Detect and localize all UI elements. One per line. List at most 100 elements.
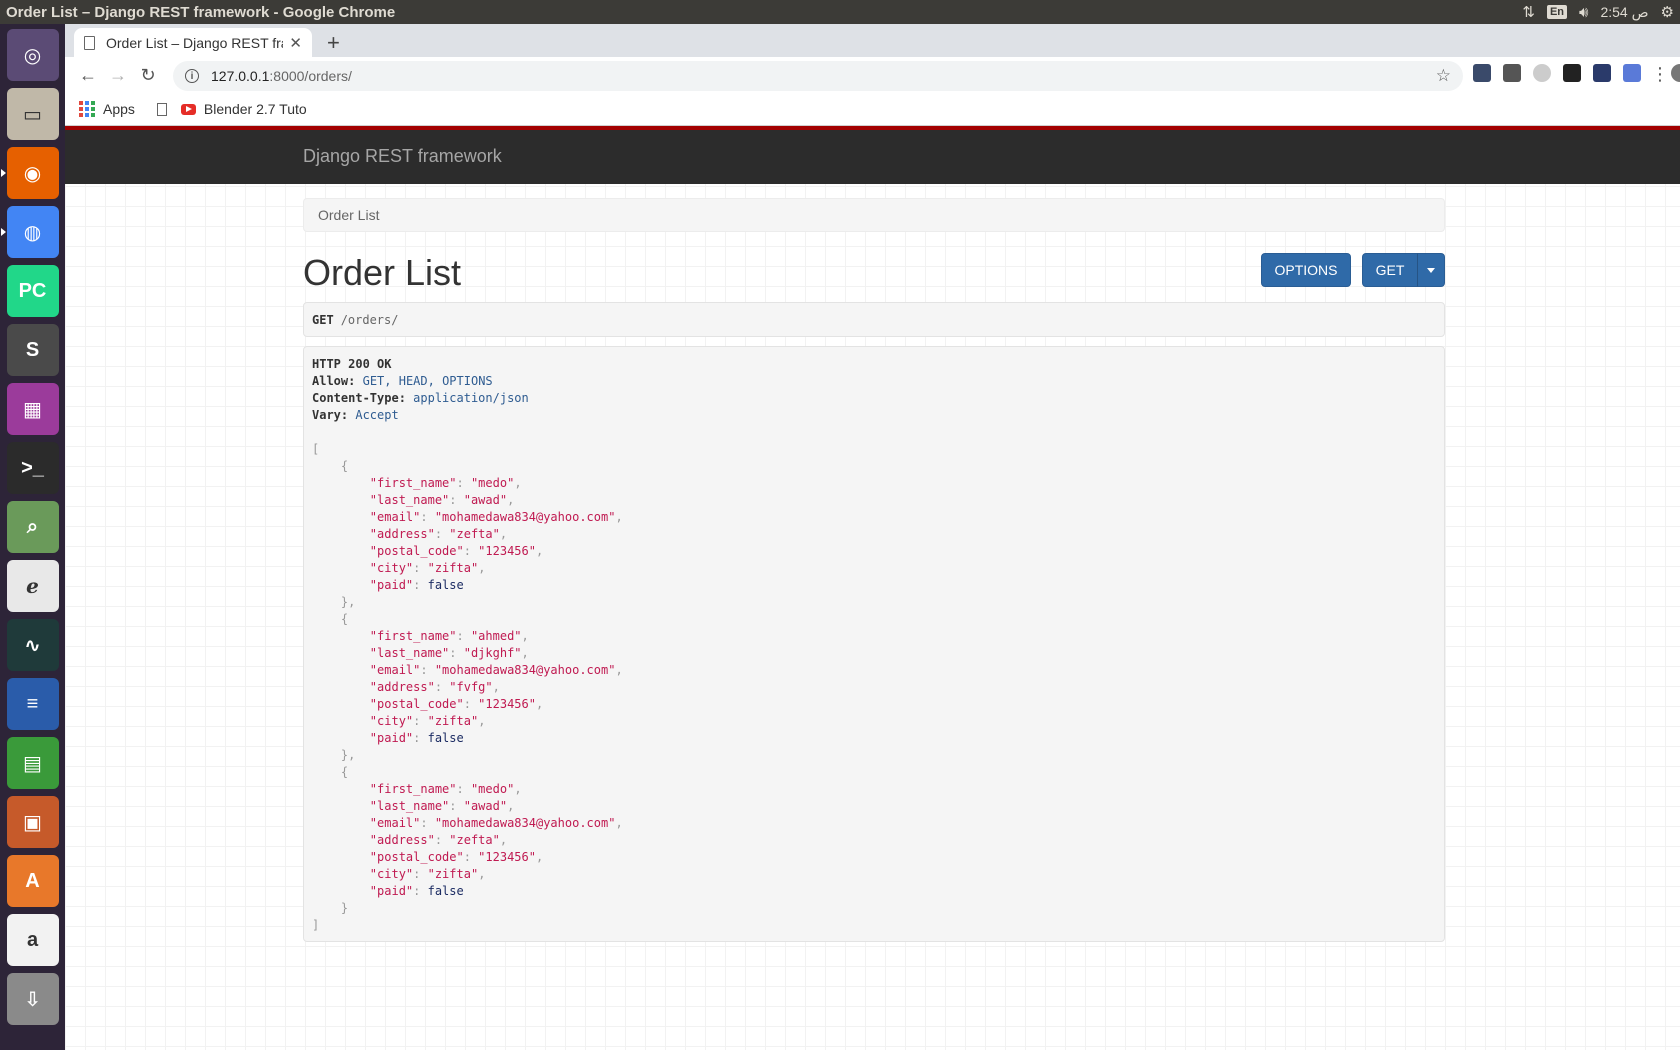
drf-brand-link[interactable]: Django REST framework xyxy=(303,146,502,167)
json-key: "address" xyxy=(369,680,435,694)
app-window-icon[interactable]: ▦ xyxy=(6,383,59,435)
json-comma: , xyxy=(535,544,544,558)
amazon-icon[interactable]: a xyxy=(6,914,59,966)
json-key: "paid" xyxy=(369,884,414,898)
writer-icon[interactable]: ≡ xyxy=(6,678,59,730)
bookmark-blender[interactable]: Blender 2.7 Tuto xyxy=(204,101,307,117)
tab-order-list[interactable]: Order List – Django REST framework ✕ xyxy=(74,28,312,57)
os-top-panel: Order List – Django REST framework - Goo… xyxy=(0,0,1680,24)
extensions-area xyxy=(1473,64,1680,82)
impress-icon[interactable]: ▣ xyxy=(6,796,59,848)
json-key: "last_name" xyxy=(369,799,450,813)
reload-icon[interactable]: ↻ xyxy=(133,65,163,86)
new-tab-plus-icon[interactable]: + xyxy=(327,30,340,56)
json-colon: : xyxy=(449,493,464,507)
json-comma: , xyxy=(615,663,623,677)
info-icon[interactable]: i xyxy=(185,69,199,83)
extension-icon[interactable] xyxy=(1473,64,1491,82)
response-header-key: Content-Type: xyxy=(312,391,406,405)
terminal-icon[interactable]: >_ xyxy=(6,442,59,494)
json-boolean: false xyxy=(427,884,464,898)
address-bar[interactable]: i 127.0.0.1:8000/orders/ ☆ xyxy=(173,61,1463,91)
request-info: GET /orders/ xyxy=(303,302,1445,337)
camera-extension-icon[interactable] xyxy=(1563,64,1581,82)
json-key: "address" xyxy=(369,833,435,847)
json-comma: , xyxy=(535,850,544,864)
json-colon: : xyxy=(413,714,428,728)
json-colon: : xyxy=(420,510,435,524)
page-icon xyxy=(84,35,95,50)
keyboard-layout-indicator[interactable]: En xyxy=(1546,5,1568,19)
response-header-value: Accept xyxy=(355,408,399,422)
settings-gear-icon[interactable]: ⚙ xyxy=(1661,3,1674,21)
json-comma: , xyxy=(514,476,522,490)
screenshot-extension-icon[interactable] xyxy=(1593,64,1611,82)
code-extension-icon[interactable] xyxy=(1623,64,1641,82)
forward-arrow-icon[interactable]: → xyxy=(103,65,133,86)
json-colon: : xyxy=(420,663,435,677)
bookmark-apps[interactable]: Apps xyxy=(103,101,135,117)
json-comma: , xyxy=(499,527,508,541)
software-center-icon[interactable]: A xyxy=(6,855,59,907)
json-key: "email" xyxy=(369,663,421,677)
json-comma: , xyxy=(507,799,515,813)
response-header-key: Allow: xyxy=(312,374,356,388)
json-brace: { xyxy=(340,459,349,473)
json-colon: : xyxy=(456,476,471,490)
get-button[interactable]: GET xyxy=(1362,253,1418,287)
pycharm-icon[interactable]: PC xyxy=(6,265,59,317)
json-key: "first_name" xyxy=(369,782,457,796)
document-viewer-icon[interactable]: ℯ xyxy=(6,560,59,612)
json-boolean: false xyxy=(427,578,464,592)
options-button[interactable]: OPTIONS xyxy=(1261,253,1351,287)
system-monitor-icon[interactable]: ∿ xyxy=(6,619,59,671)
json-comma: , xyxy=(492,680,500,694)
image-viewer-icon[interactable]: ⌕ xyxy=(6,501,59,553)
calc-icon[interactable]: ▤ xyxy=(6,737,59,789)
response-header-key: Vary: xyxy=(312,408,349,422)
json-string: "mohamedawa834@yahoo.com" xyxy=(434,816,616,830)
json-colon: : xyxy=(413,731,428,745)
os-indicators: ⇅ En 🔊︎ 2:54 ص ⚙ xyxy=(1522,3,1674,22)
breadcrumb-item-order-list[interactable]: Order List xyxy=(318,207,379,223)
eyedropper-extension-icon[interactable] xyxy=(1503,64,1521,82)
json-string: "zifta" xyxy=(427,714,479,728)
gear-extension-icon[interactable] xyxy=(1533,64,1551,82)
json-string: "ahmed" xyxy=(470,629,522,643)
tab-title: Order List – Django REST framework xyxy=(106,34,283,51)
json-colon: : xyxy=(449,799,464,813)
json-colon: : xyxy=(449,646,464,660)
network-icon[interactable]: ⇅ xyxy=(1522,3,1535,21)
chrome-icon[interactable]: ◍ xyxy=(0,206,59,258)
profile-avatar[interactable] xyxy=(1671,64,1680,82)
json-comma: , xyxy=(521,629,529,643)
json-colon: : xyxy=(420,816,435,830)
back-arrow-icon[interactable]: ← xyxy=(73,65,103,86)
json-key: "last_name" xyxy=(369,646,450,660)
json-colon: : xyxy=(463,697,479,711)
clock[interactable]: 2:54 ص xyxy=(1600,4,1648,21)
get-format-dropdown-button[interactable] xyxy=(1417,253,1445,287)
json-key: "first_name" xyxy=(369,476,457,490)
volume-icon[interactable]: 🔊︎ xyxy=(1579,4,1588,21)
bookmark-page-icon[interactable] xyxy=(156,102,167,116)
bookmark-star-icon[interactable]: ☆ xyxy=(1436,66,1451,86)
sublime-icon[interactable]: S xyxy=(6,324,59,376)
json-string: "123456" xyxy=(478,697,536,711)
json-colon: : xyxy=(413,578,428,592)
json-brace: } xyxy=(340,901,349,915)
json-brace: }, xyxy=(340,595,356,609)
json-key: "email" xyxy=(369,510,421,524)
json-string: "zifta" xyxy=(427,561,479,575)
close-icon[interactable]: ✕ xyxy=(289,34,302,52)
json-string: "medo" xyxy=(470,782,515,796)
chrome-menu-icon[interactable]: ⋮ xyxy=(1651,64,1669,85)
apps-grid-icon[interactable] xyxy=(79,101,95,117)
json-key: "email" xyxy=(369,816,421,830)
files-icon[interactable]: ▭ xyxy=(6,88,59,140)
json-string: "fvfg" xyxy=(449,680,493,694)
running-indicator xyxy=(0,228,6,236)
installer-icon[interactable]: ⇩ xyxy=(6,973,59,1025)
ubuntu-dash-icon[interactable]: ◎ xyxy=(6,29,59,81)
firefox-icon[interactable]: ◉ xyxy=(0,147,59,199)
